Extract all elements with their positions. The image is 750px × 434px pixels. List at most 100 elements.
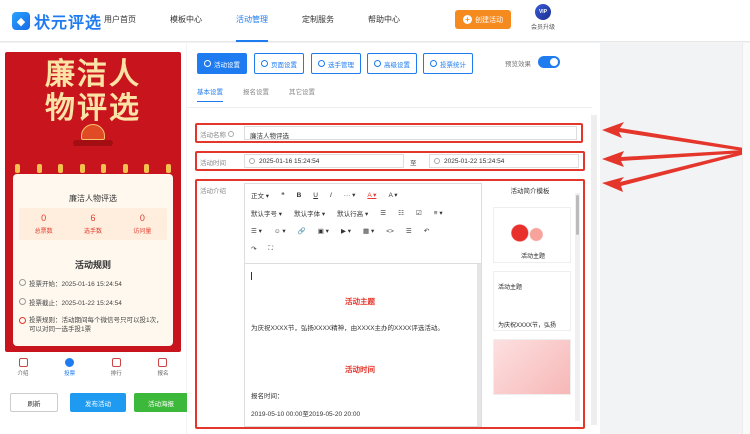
font-family-select[interactable]: 默认字体 ▾: [294, 208, 325, 218]
signup-icon: [158, 358, 168, 367]
activity-intro-label: 活动介绍: [200, 188, 226, 195]
activity-time-row: 活动时间 2025-01-16 15:24:54 至 2025-01-22 15…: [195, 151, 585, 171]
template-text: 为庆祝XXXX节，弘扬: [498, 323, 557, 329]
activity-name-input[interactable]: 廉洁人物评选: [244, 126, 577, 140]
todo-list-icon[interactable]: ☑: [416, 209, 422, 217]
top-header: ◆ 状元评选 用户首页 模板中心 活动管理 定制服务 帮助中心 + 创建活动 V…: [0, 0, 750, 42]
vip-upgrade[interactable]: VIP 会员升级: [528, 4, 558, 31]
editor-toolbar-row2: 默认字号 ▾ 默认字体 ▾ 默认行高 ▾ ☰ ☷ ☑ ≡ ▾: [251, 206, 455, 220]
activity-name-row: 活动名称 廉洁人物评选: [195, 123, 583, 143]
template-card[interactable]: [493, 339, 571, 395]
code-icon[interactable]: <>: [386, 228, 394, 235]
tab-basic-settings[interactable]: 基本设置: [197, 86, 223, 102]
stats-panel: 0 总票数 6 选手数 0 访问量: [19, 208, 167, 240]
template-thumbnail: [500, 218, 566, 248]
clock-icon: [19, 278, 26, 286]
divider-icon[interactable]: ☰: [406, 227, 412, 235]
align-icon[interactable]: ≡ ▾: [434, 209, 443, 217]
activity-settings-button[interactable]: 活动设置: [197, 53, 247, 74]
tab-intro[interactable]: 介绍: [8, 358, 38, 377]
undo-icon[interactable]: ↶: [424, 227, 429, 235]
quote-icon[interactable]: ❝: [281, 191, 285, 199]
nav-activity-manage[interactable]: 活动管理: [236, 0, 268, 42]
more-icon[interactable]: ··· ▾: [344, 191, 356, 199]
activity-name-label: 活动名称: [200, 129, 234, 139]
tab-signup-settings[interactable]: 报名设置: [243, 86, 269, 102]
fullscreen-icon[interactable]: ⛶: [268, 245, 273, 253]
clock-icon: [249, 158, 255, 164]
tab-other-settings[interactable]: 其它设置: [289, 86, 315, 102]
editor-toolbar-row1: 正文 ▾ ❝ B U I ··· ▾ A ▾ A ▾: [251, 188, 410, 202]
italic-icon[interactable]: I: [330, 192, 332, 199]
advanced-settings-button[interactable]: 高级设置: [367, 53, 417, 74]
template-card[interactable]: 活动主题 为庆祝XXXX节，弘扬: [493, 271, 571, 331]
settings-subtabs: 基本设置 报名设置 其它设置: [197, 86, 335, 102]
preview-tabbar: 介绍 投票 排行 报名: [8, 358, 178, 377]
logo[interactable]: ◆ 状元评选: [12, 9, 102, 33]
image-icon[interactable]: ▣ ▾: [318, 227, 329, 235]
divider: [187, 107, 592, 108]
activity-intro-row: 活动介绍 正文 ▾ ❝ B U I ··· ▾ A ▾ A ▾ 默认字号 ▾ 默…: [195, 179, 585, 429]
video-icon[interactable]: ▶ ▾: [341, 227, 351, 235]
font-size-select[interactable]: 默认字号 ▾: [251, 208, 282, 218]
logo-icon: ◆: [12, 12, 30, 30]
stat-visits: 0 访问量: [133, 213, 152, 235]
nav-help[interactable]: 帮助中心: [368, 0, 400, 42]
nav-home[interactable]: 用户首页: [104, 0, 136, 42]
bold-icon[interactable]: B: [297, 192, 302, 199]
template-card[interactable]: 活动主题: [493, 207, 571, 263]
settings-panel: 活动设置 页面设置 选手管理 高级设置 投票统计 预览效果 基本设置 报名设置 …: [187, 43, 600, 434]
link-icon[interactable]: 🔗: [298, 227, 306, 235]
rich-text-editor[interactable]: 正文 ▾ ❝ B U I ··· ▾ A ▾ A ▾ 默认字号 ▾ 默认字体 ▾…: [244, 183, 482, 427]
vote-stats-button[interactable]: 投票统计: [423, 53, 473, 74]
templates-title: 活动简介模板: [510, 188, 550, 195]
time-to-separator: 至: [410, 160, 417, 167]
refresh-button[interactable]: 刷新: [10, 393, 58, 412]
start-time-input[interactable]: 2025-01-16 15:24:54: [244, 154, 404, 168]
nav-templates[interactable]: 模板中心: [170, 0, 202, 42]
tab-ranking[interactable]: 排行: [101, 358, 131, 377]
editor-paragraph-theme: 为庆祝XXXX节，弘扬XXXX精神，由XXXX主办的XXXX评选活动。: [251, 325, 444, 332]
help-icon: [227, 131, 234, 137]
nav-custom-service[interactable]: 定制服务: [302, 0, 334, 42]
poster-title: 廉洁人 物评选: [5, 58, 181, 126]
clock-icon: [19, 297, 26, 305]
underline-icon[interactable]: U: [313, 192, 318, 199]
logo-text: 状元评选: [34, 15, 103, 32]
page-scrollbar[interactable]: [742, 43, 750, 434]
activity-poster-button[interactable]: 活动海报: [134, 393, 188, 412]
editor-content[interactable]: 活动主题 为庆祝XXXX节，弘扬XXXX精神，由XXXX主办的XXXX评选活动。…: [245, 263, 481, 426]
lantern-decoration: [81, 124, 105, 140]
templates-scrollbar[interactable]: [575, 193, 580, 421]
poster-title-line1: 廉洁人: [45, 57, 141, 92]
table-icon[interactable]: ▦ ▾: [363, 227, 374, 235]
editor-toolbar-row3: ☰ ▾ ☺ ▾ 🔗 ▣ ▾ ▶ ▾ ▦ ▾ <> ☰ ↶: [251, 224, 441, 238]
rule-start-time: 投票开始：2025-01-16 15:24:54: [19, 278, 122, 288]
numbered-list-icon[interactable]: ☷: [398, 209, 404, 217]
editor-scrollbar[interactable]: [477, 264, 481, 426]
publish-activity-button[interactable]: 发布活动: [70, 393, 126, 412]
paragraph-style-select[interactable]: 正文 ▾: [251, 190, 269, 200]
stat-contestants: 6 选手数: [83, 213, 102, 235]
bullet-list-icon[interactable]: ☰: [380, 209, 386, 217]
line-height-select[interactable]: 默认行高 ▾: [337, 208, 368, 218]
redo-icon[interactable]: ↷: [251, 245, 256, 253]
create-activity-label: 创建活动: [475, 16, 503, 24]
indent-icon[interactable]: ☰ ▾: [251, 227, 262, 235]
phone-preview-panel: 廉洁人 物评选 廉洁人物评选 0 总票数 6 选手数 0 访问量 活动规则 投票…: [0, 43, 188, 434]
end-time-input[interactable]: 2025-01-22 15:24:54: [429, 154, 579, 168]
tab-vote[interactable]: 投票: [55, 358, 85, 377]
ranking-icon: [111, 358, 121, 367]
font-color-icon[interactable]: A ▾: [367, 191, 376, 199]
preview-poster: 廉洁人 物评选 廉洁人物评选 0 总票数 6 选手数 0 访问量 活动规则 投票…: [5, 52, 181, 352]
create-activity-button[interactable]: + 创建活动: [455, 10, 511, 29]
emoji-icon[interactable]: ☺ ▾: [274, 227, 286, 235]
vip-badge-icon: VIP: [535, 4, 551, 20]
rule-vote-policy: 投票规则：活动期间每个微信号只可以投1次，可以对同一选手投1票: [19, 316, 169, 334]
page-settings-button[interactable]: 页面设置: [254, 53, 304, 74]
tab-signup[interactable]: 报名: [148, 358, 178, 377]
preview-toggle[interactable]: [538, 56, 560, 68]
contestant-manage-button[interactable]: 选手管理: [311, 53, 361, 74]
editor-heading-time: 活动时间: [345, 365, 375, 374]
background-color-icon[interactable]: A ▾: [388, 191, 397, 199]
